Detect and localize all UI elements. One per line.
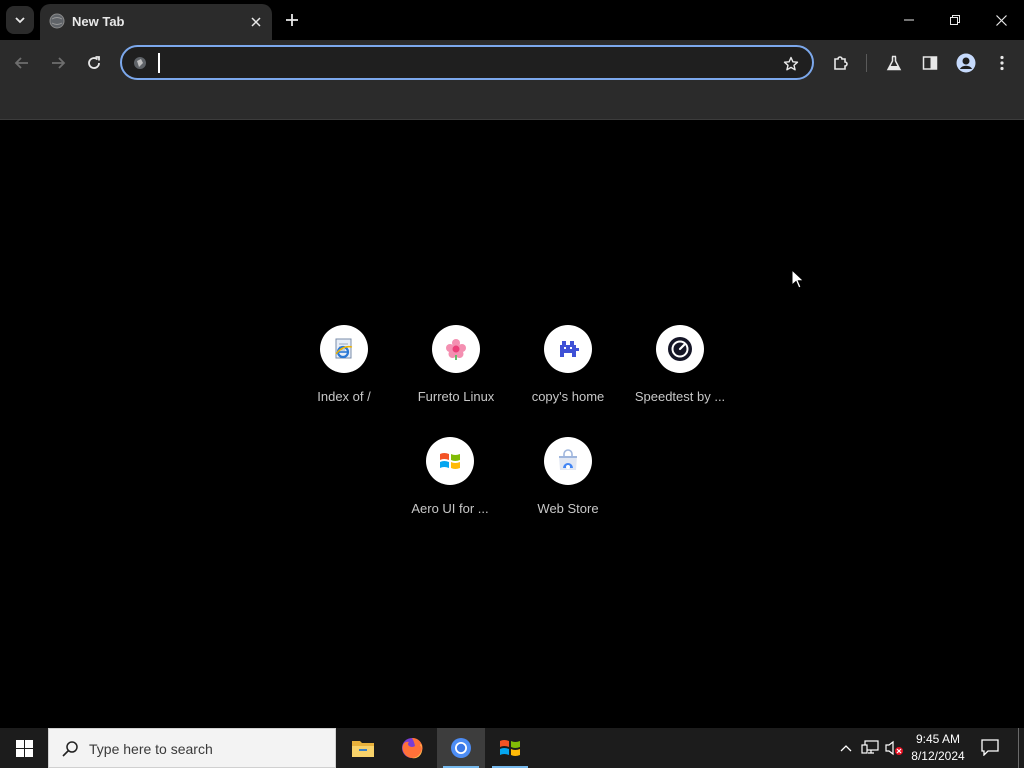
- shortcut-icon-circle: [432, 325, 480, 373]
- windows-flag-icon: [500, 740, 520, 756]
- tab-strip: New Tab: [0, 0, 1024, 40]
- taskbar-chrome[interactable]: [437, 728, 485, 768]
- blue-pixel-creature-icon: [560, 341, 579, 357]
- search-icon: [62, 741, 78, 757]
- shortcut-icon-circle: [544, 325, 592, 373]
- network-tray-button[interactable]: [860, 738, 880, 758]
- windows-logo-icon: [15, 739, 33, 757]
- shortcut-tile[interactable]: Furreto Linux: [400, 325, 512, 437]
- address-bar[interactable]: [120, 45, 814, 80]
- new-tab-button[interactable]: [280, 8, 304, 32]
- shortcut-icon-circle: [544, 437, 592, 485]
- restore-icon: [950, 15, 960, 25]
- pink-flower-icon: [446, 339, 466, 360]
- notification-icon: [981, 739, 999, 757]
- chrome-icon: [451, 738, 471, 758]
- bookmark-star-button[interactable]: [780, 53, 802, 75]
- close-icon: [251, 17, 261, 27]
- tab-close-button[interactable]: [246, 12, 266, 32]
- taskbar-firefox[interactable]: [388, 728, 436, 768]
- system-clock[interactable]: 9:45 AM 8/12/2024: [908, 731, 968, 765]
- arrow-right-icon: [52, 57, 66, 69]
- back-button[interactable]: [9, 50, 35, 76]
- shortcut-icon-circle: [320, 325, 368, 373]
- taskbar-aero-app[interactable]: [486, 728, 534, 768]
- new-tab-page: Index of / Furreto Linux copy's home Spe…: [0, 121, 1024, 728]
- more-vertical-icon: [1000, 55, 1004, 71]
- close-window-button[interactable]: [978, 0, 1024, 40]
- shortcut-tile[interactable]: copy's home: [512, 325, 624, 437]
- reload-button[interactable]: [81, 50, 107, 76]
- forward-button[interactable]: [45, 50, 71, 76]
- tab-title: New Tab: [72, 14, 125, 29]
- show-desktop-button[interactable]: [1018, 728, 1019, 768]
- taskbar: Type here to search 9:45 AM 8/12/2024: [0, 728, 1024, 768]
- shortcut-tile[interactable]: Web Store: [512, 437, 624, 549]
- puzzle-icon: [834, 56, 848, 70]
- extensions-button[interactable]: [828, 50, 854, 76]
- ie-page-icon: [335, 338, 353, 359]
- shortcut-icon-circle: [426, 437, 474, 485]
- minimize-icon: [904, 19, 914, 21]
- taskbar-file-explorer[interactable]: [339, 728, 387, 768]
- minimize-button[interactable]: [886, 0, 932, 40]
- restore-button[interactable]: [932, 0, 978, 40]
- side-panel-icon: [922, 56, 938, 70]
- flask-icon: [886, 55, 902, 71]
- shortcut-icon-circle: [656, 325, 704, 373]
- firefox-icon: [402, 737, 423, 759]
- volume-tray-button[interactable]: [884, 738, 904, 758]
- speedtest-gauge-icon: [668, 337, 692, 361]
- shortcut-label: copy's home: [531, 389, 605, 404]
- clock-time: 9:45 AM: [915, 732, 961, 746]
- screen: New Tab Index of / Furreto Linux copy's …: [0, 0, 1024, 768]
- show-hidden-icons-button[interactable]: [836, 738, 856, 758]
- chevron-down-icon: [15, 17, 25, 24]
- chrome-labs-button[interactable]: [881, 50, 907, 76]
- shortcut-label: Furreto Linux: [417, 389, 495, 404]
- browser-toolbar: [0, 40, 1024, 86]
- profile-button[interactable]: [953, 50, 979, 76]
- text-caret: [158, 53, 160, 73]
- web-store-icon: [559, 449, 577, 470]
- close-icon: [995, 14, 1007, 26]
- clock-date: 8/12/2024: [911, 749, 965, 763]
- start-button[interactable]: [0, 728, 48, 768]
- arrow-left-icon: [14, 57, 28, 69]
- chevron-up-icon: [840, 745, 852, 752]
- shortcut-tile[interactable]: Aero UI for ...: [394, 437, 506, 549]
- shortcut-label: Web Store: [537, 501, 599, 516]
- shortcut-label: Aero UI for ...: [411, 501, 489, 516]
- shortcut-label: Index of /: [317, 389, 371, 404]
- menu-button[interactable]: [989, 50, 1015, 76]
- plus-icon: [286, 14, 298, 26]
- mouse-pointer-icon: [791, 269, 805, 289]
- shortcut-tile[interactable]: Index of /: [288, 325, 400, 437]
- shortcut-tile[interactable]: Speedtest by ...: [624, 325, 736, 437]
- side-panel-button[interactable]: [917, 50, 943, 76]
- volume-muted-icon: [885, 740, 903, 756]
- windows-flag-icon: [440, 453, 460, 469]
- shortcut-label: Speedtest by ...: [634, 389, 726, 404]
- action-center-button[interactable]: [980, 738, 1002, 758]
- bookmarks-bar: [0, 86, 1024, 120]
- folder-icon: [352, 741, 374, 757]
- taskbar-search-box[interactable]: Type here to search: [48, 728, 336, 768]
- address-input[interactable]: [156, 51, 756, 75]
- globe-icon: [49, 13, 65, 29]
- search-placeholder: Type here to search: [89, 741, 213, 757]
- tab-new-tab[interactable]: New Tab: [40, 4, 272, 40]
- reload-icon: [88, 56, 100, 69]
- network-icon: [861, 740, 879, 754]
- star-icon: [783, 56, 799, 71]
- avatar-icon: [956, 53, 976, 73]
- tab-search-button[interactable]: [6, 6, 34, 34]
- search-engine-icon: [134, 57, 146, 69]
- toolbar-divider: [866, 54, 867, 72]
